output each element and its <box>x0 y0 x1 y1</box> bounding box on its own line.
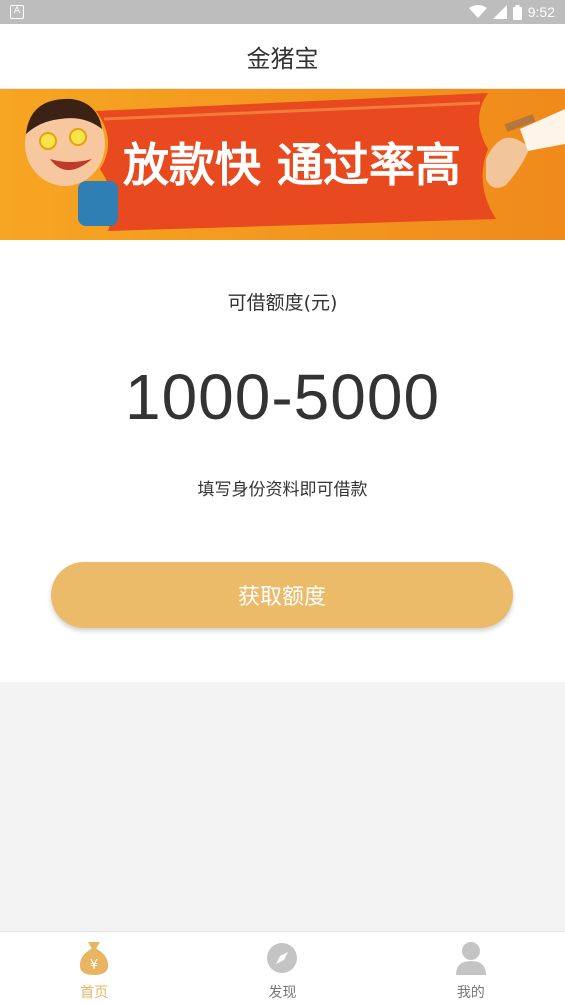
tab-home-label: 首页 <box>80 985 109 1001</box>
banner-art: 放款快 通过率高 <box>0 89 565 240</box>
limit-hint: 填写身份资料即可借款 <box>197 480 368 500</box>
person-icon <box>451 939 491 977</box>
tab-home[interactable]: ¥ 首页 <box>0 932 188 1005</box>
promo-banner[interactable]: 放款快 通过率高 <box>0 89 565 240</box>
wifi-icon <box>468 5 487 18</box>
notification-icon: A <box>10 5 24 19</box>
app-bar: 金猪宝 <box>0 24 565 89</box>
status-icons: 9:52 <box>468 3 555 21</box>
tab-mine[interactable]: 我的 <box>377 932 565 1005</box>
money-bag-icon: ¥ <box>74 939 114 977</box>
tab-mine-label: 我的 <box>456 985 485 1001</box>
limit-value: 1000-5000 <box>124 361 441 433</box>
signal-icon <box>492 5 507 19</box>
battery-icon <box>512 4 522 20</box>
banner-headline: 放款快 通过率高 <box>123 138 461 192</box>
limit-label: 可借额度(元) <box>227 292 338 314</box>
loan-card: 可借额度(元) 1000-5000 填写身份资料即可借款 获取额度 <box>0 240 565 682</box>
tab-discover[interactable]: 发现 <box>188 932 376 1005</box>
bottom-tab-bar: ¥ 首页 发现 我的 <box>0 931 565 1005</box>
get-limit-button-label: 获取额度 <box>237 585 326 610</box>
compass-icon <box>262 939 302 977</box>
page-title: 金猪宝 <box>246 44 319 73</box>
get-limit-button[interactable]: 获取额度 <box>51 562 513 628</box>
tab-discover-label: 发现 <box>268 985 297 1001</box>
status-bar: A 9:52 <box>0 0 565 24</box>
status-time: 9:52 <box>527 4 555 20</box>
svg-text:¥: ¥ <box>90 958 98 973</box>
